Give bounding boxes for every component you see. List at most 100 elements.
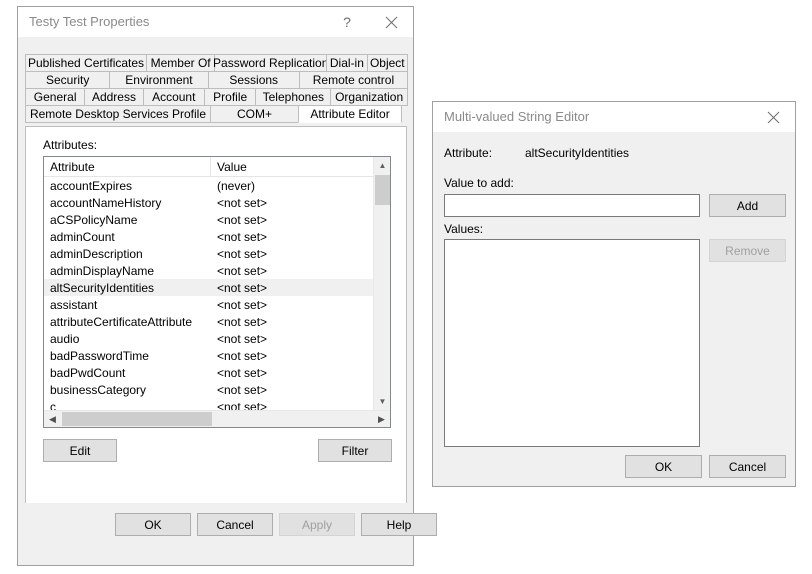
cell-attribute: adminDisplayName <box>50 263 155 278</box>
tab-environment[interactable]: Environment <box>109 71 209 89</box>
cell-value: <not set> <box>217 229 268 244</box>
scroll-up-icon[interactable]: ▲ <box>374 157 390 174</box>
column-header-attribute[interactable]: Attribute <box>44 157 211 176</box>
table-row[interactable]: assistant <not set> <box>44 296 374 313</box>
string-editor-title: Multi-valued String Editor <box>444 109 590 124</box>
cell-value: <not set> <box>217 314 268 329</box>
attribute-name-value: altSecurityIdentities <box>525 146 630 160</box>
tab-remote-control[interactable]: Remote control <box>298 71 408 89</box>
attributes-label: Attributes: <box>43 138 98 152</box>
tab-published-certificates[interactable]: Published Certificates <box>25 54 148 72</box>
tab-label: Dial-in <box>329 56 364 70</box>
listview-horizontal-scrollbar[interactable]: ◀ ▶ <box>44 410 390 427</box>
edit-button[interactable]: Edit <box>43 439 117 462</box>
string-editor-cancel-button[interactable]: Cancel <box>709 455 786 478</box>
cell-value: <not set> <box>217 246 268 261</box>
close-icon <box>385 16 397 28</box>
tab-label: Object <box>369 56 405 70</box>
tab-member-of[interactable]: Member Of <box>146 54 216 72</box>
value-to-add-input[interactable] <box>444 194 700 217</box>
tab-profile[interactable]: Profile <box>203 88 257 106</box>
tab-attribute-editor[interactable]: Attribute Editor <box>298 105 402 123</box>
string-editor-close-button[interactable] <box>751 102 795 132</box>
tab-telephones[interactable]: Telephones <box>255 88 332 106</box>
help-button[interactable]: Help <box>361 513 437 536</box>
tab-remote-desktop-services-profile[interactable]: Remote Desktop Services Profile <box>25 105 211 123</box>
tab-account[interactable]: Account <box>142 88 205 106</box>
tab-general[interactable]: General <box>25 88 86 106</box>
tab-com-[interactable]: COM+ <box>210 105 299 123</box>
tab-security[interactable]: Security <box>25 71 111 89</box>
listview-vertical-scrollbar[interactable]: ▲ ▼ <box>373 157 390 410</box>
ok-button[interactable]: OK <box>115 513 191 536</box>
help-titlebar-button[interactable]: ? <box>325 7 369 37</box>
tab-strip: Published Certificates Member Of Password … <box>25 54 408 123</box>
cell-value: <not set> <box>217 212 268 227</box>
tab-label: Address <box>91 90 136 104</box>
tab-label: Remote control <box>312 73 395 87</box>
tab-label: Attribute Editor <box>310 107 390 121</box>
cell-attribute: altSecurityIdentities <box>50 280 155 295</box>
add-button[interactable]: Add <box>709 194 786 217</box>
properties-command-bar: OK Cancel Apply Help <box>18 503 437 565</box>
string-editor-body: Attribute: altSecurityIdentities Value t… <box>433 132 795 486</box>
cell-value: (never) <box>217 178 256 193</box>
filter-button[interactable]: Filter <box>318 439 392 462</box>
tab-label: Profile <box>213 90 248 104</box>
tab-object[interactable]: Object <box>366 54 408 72</box>
multi-valued-string-editor-dialog: Multi-valued String Editor Attribute: al… <box>432 101 796 487</box>
values-listbox[interactable] <box>444 239 700 447</box>
table-row[interactable]: businessCategory <not set> <box>44 381 374 398</box>
properties-close-button[interactable] <box>369 7 413 37</box>
table-row[interactable]: badPwdCount <not set> <box>44 364 374 381</box>
attribute-label: Attribute: <box>444 146 493 160</box>
table-row[interactable]: altSecurityIdentities <not set> <box>44 279 374 296</box>
tab-row-2: General Address Account Profile Telephones Or… <box>25 88 408 106</box>
cell-value: <not set> <box>217 195 268 210</box>
table-row[interactable]: adminDescription <not set> <box>44 245 374 262</box>
tab-sessions[interactable]: Sessions <box>207 71 300 89</box>
column-header-value[interactable]: Value <box>211 157 373 176</box>
string-editor-titlebar: Multi-valued String Editor <box>433 102 795 132</box>
scroll-down-icon[interactable]: ▼ <box>374 393 390 410</box>
scroll-left-icon[interactable]: ◀ <box>44 411 61 427</box>
attributes-listview[interactable]: Attribute Value accountExpires (never) acc… <box>43 156 391 428</box>
cell-value: <not set> <box>217 399 268 411</box>
horizontal-scroll-thumb[interactable] <box>62 412 212 426</box>
table-row[interactable]: adminDisplayName <not set> <box>44 262 374 279</box>
table-row[interactable]: accountNameHistory <not set> <box>44 194 374 211</box>
tab-label: Organization <box>335 90 404 104</box>
tab-label: Security <box>45 73 90 87</box>
tab-organization[interactable]: Organization <box>330 88 408 106</box>
cancel-button[interactable]: Cancel <box>197 513 273 536</box>
cell-attribute: badPasswordTime <box>50 348 149 363</box>
scroll-right-icon[interactable]: ▶ <box>373 411 390 427</box>
apply-button: Apply <box>279 513 355 536</box>
tab-label: Member Of <box>150 56 211 70</box>
values-label: Values: <box>444 222 484 236</box>
value-to-add-label: Value to add: <box>444 176 514 190</box>
table-row[interactable]: aCSPolicyName <not set> <box>44 211 374 228</box>
tab-password-replication[interactable]: Password Replication <box>213 54 329 72</box>
string-editor-ok-button[interactable]: OK <box>625 455 702 478</box>
cell-attribute: businessCategory <box>50 382 147 397</box>
listview-header: Attribute Value <box>44 157 390 177</box>
properties-dialog: Testy Test Properties ? Published Certif… <box>17 6 437 566</box>
cell-attribute: assistant <box>50 297 98 312</box>
tab-label: Published Certificates <box>28 56 145 70</box>
table-row[interactable]: audio <not set> <box>44 330 374 347</box>
tab-label: Password Replication <box>213 56 329 70</box>
cell-attribute: adminDescription <box>50 246 143 261</box>
tab-address[interactable]: Address <box>84 88 144 106</box>
table-row[interactable]: attributeCertificateAttribute <not set> <box>44 313 374 330</box>
tab-label: Account <box>152 90 196 104</box>
close-icon <box>767 111 779 123</box>
table-row[interactable]: c <not set> <box>44 398 374 411</box>
cell-attribute: aCSPolicyName <box>50 212 138 227</box>
table-row[interactable]: accountExpires (never) <box>44 177 374 194</box>
table-row[interactable]: adminCount <not set> <box>44 228 374 245</box>
table-row[interactable]: badPasswordTime <not set> <box>44 347 374 364</box>
tab-dial-in[interactable]: Dial-in <box>326 54 368 72</box>
vertical-scroll-thumb[interactable] <box>375 175 390 205</box>
remove-button: Remove <box>709 239 786 262</box>
